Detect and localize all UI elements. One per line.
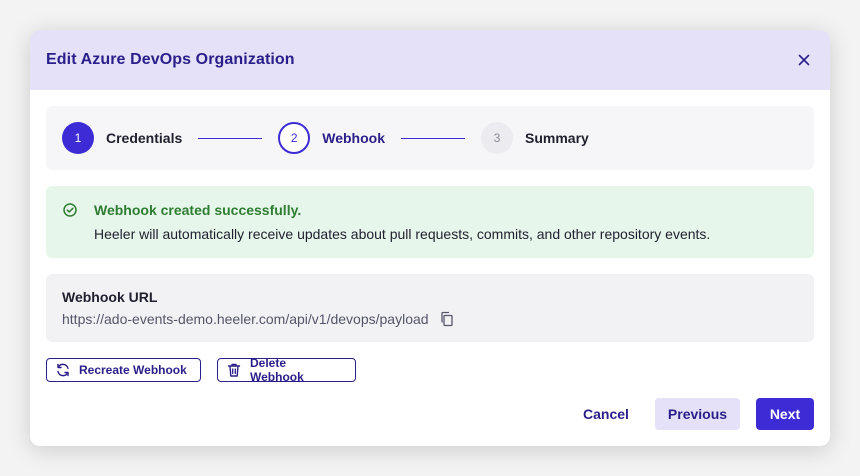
webhook-url-label: Webhook URL bbox=[62, 289, 158, 305]
step-number: 3 bbox=[481, 122, 513, 154]
modal-header: Edit Azure DevOps Organization bbox=[30, 30, 830, 90]
close-button[interactable] bbox=[794, 50, 814, 70]
step-number: 2 bbox=[278, 122, 311, 154]
step-credentials[interactable]: 1 Credentials bbox=[62, 122, 182, 154]
alert-message: Heeler will automatically receive update… bbox=[94, 226, 711, 242]
step-summary[interactable]: 3 Summary bbox=[481, 122, 589, 154]
refresh-icon bbox=[57, 363, 69, 377]
recreate-webhook-button[interactable]: Recreate Webhook bbox=[46, 358, 201, 382]
step-webhook[interactable]: 2 Webhook bbox=[278, 122, 385, 154]
delete-webhook-label: Delete Webhook bbox=[250, 356, 304, 384]
copy-button[interactable] bbox=[439, 311, 455, 327]
step-label: Webhook bbox=[322, 130, 385, 146]
success-alert: Webhook created successfully. Heeler wil… bbox=[46, 186, 814, 258]
alert-title: Webhook created successfully. bbox=[94, 202, 302, 218]
recreate-webhook-label: Recreate Webhook bbox=[79, 363, 187, 377]
copy-icon bbox=[440, 311, 453, 327]
modal-title: Edit Azure DevOps Organization bbox=[46, 51, 295, 68]
step-label: Summary bbox=[525, 130, 589, 146]
check-circle-icon bbox=[63, 203, 77, 217]
trash-icon bbox=[227, 363, 241, 377]
cancel-button[interactable]: Cancel bbox=[570, 398, 642, 430]
close-icon bbox=[798, 54, 810, 66]
webhook-url-value: https://ado-events-demo.heeler.com/api/v… bbox=[62, 311, 429, 327]
step-label: Credentials bbox=[106, 130, 183, 146]
step-number: 1 bbox=[62, 122, 94, 154]
delete-webhook-button[interactable]: Delete Webhook bbox=[217, 356, 356, 384]
step-connector bbox=[198, 137, 263, 139]
webhook-url-box: Webhook URL https://ado-events-demo.heel… bbox=[46, 274, 814, 342]
stepper: 1 Credentials 2 Webhook 3 Summary bbox=[46, 106, 814, 170]
webhook-url-row: https://ado-events-demo.heeler.com/api/v… bbox=[62, 311, 455, 327]
step-connector bbox=[401, 137, 465, 139]
edit-organization-modal: Edit Azure DevOps Organization 1 Credent… bbox=[30, 30, 830, 446]
next-button[interactable]: Next bbox=[756, 398, 814, 430]
previous-button[interactable]: Previous bbox=[655, 398, 740, 430]
